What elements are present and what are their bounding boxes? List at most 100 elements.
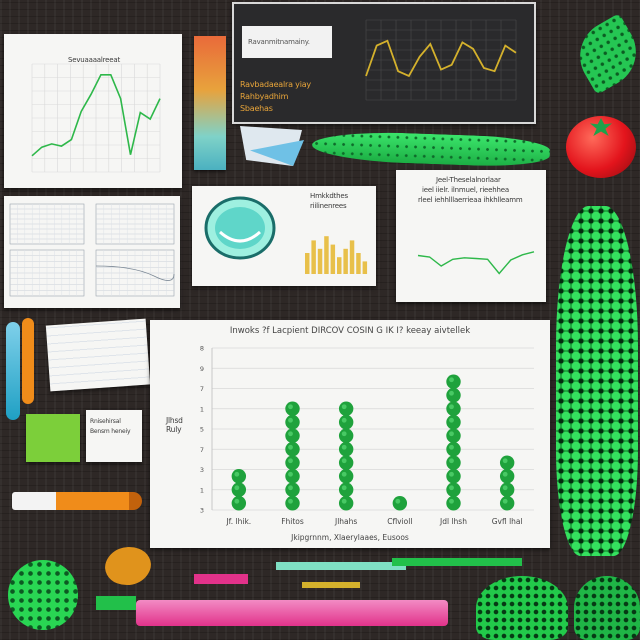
data-dot-highlight: [395, 498, 401, 504]
y-tick-label: 1: [200, 486, 204, 494]
data-dot-highlight: [449, 485, 454, 491]
pink-ruler-decoration: [136, 600, 448, 626]
data-dot: [392, 496, 408, 511]
data-dot-highlight: [502, 458, 508, 464]
data-dot: [285, 455, 300, 470]
data-dot: [285, 442, 300, 457]
x-tick-label: Jlhahs: [334, 517, 357, 526]
notebook-decoration: [45, 318, 151, 392]
green-bar-decoration: [392, 558, 522, 566]
data-dot-highlight: [449, 390, 454, 396]
data-dot: [446, 401, 461, 416]
data-dot-highlight: [449, 498, 454, 504]
y-tick-label: 1: [200, 405, 204, 413]
data-dot-highlight: [341, 431, 347, 437]
data-dot: [446, 415, 461, 430]
top-left-chart-title: Sevuaaaalreeat: [68, 56, 121, 64]
x-tick-label: Jdl lhsh: [439, 517, 467, 526]
monitor-caption-2: Rahbyadhim: [240, 92, 289, 101]
data-dot-highlight: [288, 444, 293, 450]
data-dot: [285, 415, 300, 430]
sticky-line-1: Rnisehirsal: [90, 418, 121, 425]
data-dot: [338, 415, 354, 430]
lens-bar: [317, 248, 323, 274]
leaf-decoration: [567, 13, 640, 95]
data-dot: [446, 428, 461, 443]
data-dot-highlight: [341, 485, 347, 491]
grid-chart-card: [4, 196, 180, 308]
green-bulb-decoration: [8, 560, 78, 630]
data-dot-highlight: [502, 471, 508, 477]
pepper-decoration: [100, 539, 156, 593]
data-dot: [499, 469, 515, 484]
collage-scene: Sevuaaaalreeat Ravanmitnamainy. Ravbadae…: [0, 0, 640, 640]
monitor-wave-chart: [365, 19, 517, 101]
data-dot: [338, 401, 354, 416]
data-dot-highlight: [449, 471, 454, 477]
y-tick-label: 9: [200, 365, 204, 373]
data-dot: [446, 374, 461, 389]
data-dot: [446, 469, 461, 484]
mr-header-3: rleel iehhlllaerrieaa ihkhlleamm: [418, 196, 523, 204]
data-dot-highlight: [449, 458, 454, 464]
data-dot: [285, 496, 300, 511]
data-dot-highlight: [288, 417, 293, 423]
lens-bar: [324, 236, 329, 274]
mr-header-2: ieel iielr. ilnmuel, rieehhea: [422, 186, 509, 194]
monitor-label: Ravanmitnamainy.: [248, 38, 310, 46]
data-dot: [338, 455, 354, 470]
data-dot-highlight: [449, 377, 454, 383]
lens-bar: [305, 253, 310, 274]
data-dot: [285, 482, 300, 497]
top-left-chart-card: Sevuaaaalreeat: [4, 34, 182, 188]
data-dot-highlight: [341, 458, 347, 464]
data-dot: [446, 442, 461, 457]
lens-header-2: riilinenrees: [310, 202, 347, 210]
bottom-left-stripe: [96, 596, 136, 610]
data-dot-highlight: [288, 404, 293, 410]
monitor-label-card: Ravanmitnamainy.: [242, 26, 332, 58]
main-chart-xcaption: Jkipgrnnm, Xlaerylaaes, Eusoos: [291, 533, 409, 542]
y-tick-label: 3: [200, 507, 204, 515]
data-dot: [446, 455, 461, 470]
lens-bar: [349, 240, 355, 274]
data-dot: [231, 482, 247, 497]
data-dot-highlight: [288, 498, 293, 504]
data-dot: [338, 442, 354, 457]
data-dot: [231, 496, 247, 511]
y-tick-label: 7: [200, 446, 204, 454]
x-tick-label: Cflvioll: [387, 517, 412, 526]
data-dot-highlight: [341, 471, 347, 477]
yellow-bar-decoration: [302, 582, 360, 588]
sticky-note-card: Rnisehirsal Bensm heneiy: [86, 410, 142, 462]
lens-bar: [343, 248, 348, 274]
data-dot: [446, 388, 461, 403]
y-tick-label: 3: [200, 466, 204, 474]
data-dot: [499, 482, 515, 497]
x-tick-label: Fhitos: [281, 517, 304, 526]
data-dot-highlight: [341, 417, 347, 423]
data-dot: [231, 469, 247, 484]
y-tick-label: 8: [200, 345, 204, 353]
data-dot-highlight: [288, 485, 293, 491]
broccoli-right-decoration: [574, 576, 640, 640]
data-dot-highlight: [502, 498, 508, 504]
data-dot-highlight: [449, 404, 454, 410]
x-tick-label: Jf. lhik.: [225, 517, 251, 526]
green-note-card: [26, 414, 80, 462]
vine-decoration: [556, 206, 638, 556]
series-line: [417, 251, 535, 275]
monitor-caption-1: Ravbadaealra yiay: [240, 80, 311, 89]
data-dot: [338, 482, 354, 497]
y-tick-label: 7: [200, 385, 204, 393]
data-dot-highlight: [288, 458, 293, 464]
data-dot-highlight: [502, 485, 508, 491]
data-dot: [285, 401, 300, 416]
data-dot: [285, 469, 300, 484]
data-dot: [338, 496, 354, 511]
y-tick-label: 5: [200, 426, 204, 434]
main-dot-chart: 8 9 7 1 5 7 3 1 3 Jf. lhik. Fhitos Jlhahs Cflvioll Jd…: [200, 345, 534, 526]
data-dot: [446, 496, 461, 511]
lens-icon: [204, 196, 276, 260]
data-dot: [338, 428, 354, 443]
